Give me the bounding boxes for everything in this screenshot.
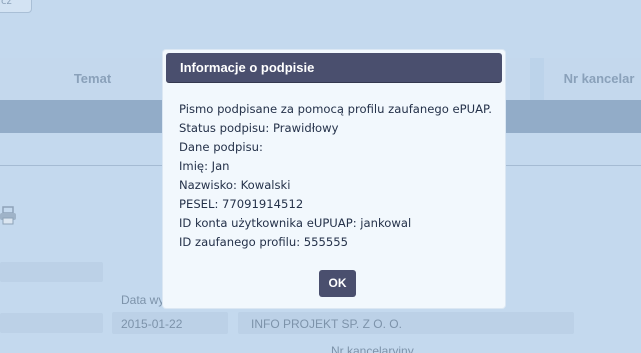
dialog-header: Informacje o podpisie bbox=[166, 53, 502, 83]
column-header-temat[interactable]: Temat bbox=[0, 58, 185, 100]
date-value: 2015-01-22 bbox=[121, 317, 183, 331]
dialog-line-profile-id: ID zaufanego profilu: 555555 bbox=[179, 235, 349, 249]
dialog-line-account-id: ID konta użytkownika eUPUAP: jankowal bbox=[179, 216, 412, 230]
dialog-line-pesel: PESEL: 77091914512 bbox=[179, 197, 304, 211]
company-value: INFO PROJEKT SP. Z O. O. bbox=[251, 317, 402, 331]
dialog-line-signature-method: Pismo podpisane za pomocą profilu zaufan… bbox=[179, 102, 492, 116]
dialog-line-last-name: Nazwisko: Kowalski bbox=[179, 178, 291, 192]
printer-icon[interactable] bbox=[0, 205, 16, 225]
dialog-line-first-name: Imię: Jan bbox=[179, 159, 230, 173]
signature-info-dialog: Informacje o podpisie Pismo podpisane za… bbox=[163, 50, 505, 308]
nr-kancelaryjny-label: Nr kancelaryjny bbox=[331, 344, 414, 353]
dialog-title: Informacje o podpisie bbox=[180, 60, 315, 75]
field-placeholder bbox=[0, 262, 103, 282]
dialog-line-status: Status podpisu: Prawidłowy bbox=[179, 121, 339, 135]
dialog-line-data-heading: Dane podpisu: bbox=[179, 140, 263, 154]
field-placeholder bbox=[0, 313, 103, 333]
column-header-nr-kancelaryjny[interactable]: Nr kancelar bbox=[544, 58, 641, 100]
date-label: Data wy bbox=[121, 293, 165, 307]
ok-button[interactable]: OK bbox=[319, 270, 356, 297]
top-left-button[interactable]: cz bbox=[0, 0, 32, 13]
dialog-body: Pismo podpisane za pomocą profilu zaufan… bbox=[179, 100, 499, 252]
